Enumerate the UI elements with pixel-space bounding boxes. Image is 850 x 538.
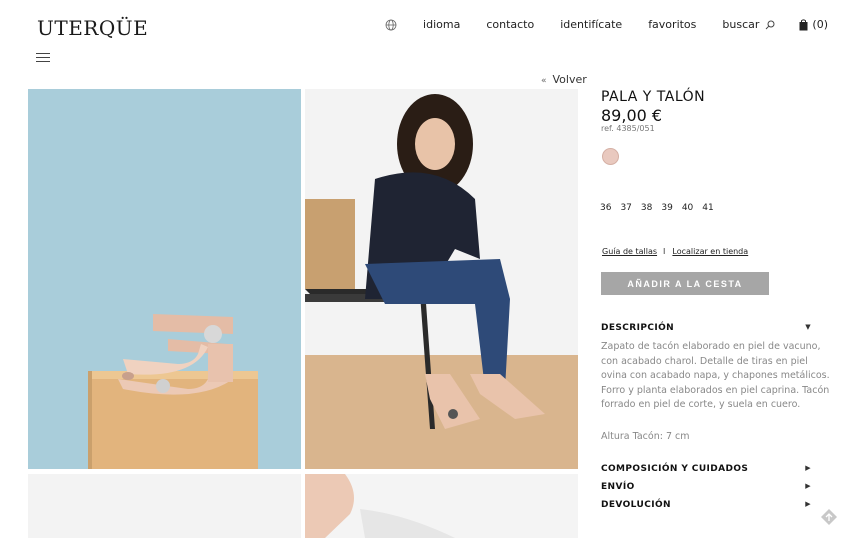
shopping-bag-icon — [799, 18, 808, 30]
size-option[interactable]: 36 — [600, 203, 611, 213]
size-option[interactable]: 37 — [620, 203, 631, 213]
nav-identificate[interactable]: identifícate — [560, 18, 622, 31]
caret-right-icon: ▶ — [805, 464, 811, 472]
product-photo-2[interactable] — [305, 89, 578, 469]
description-title: DESCRIPCIÓN — [601, 323, 675, 333]
size-selector: 36 37 38 39 40 41 — [600, 203, 723, 213]
brand-logo[interactable]: UTERQÜE — [37, 16, 148, 40]
cart-button[interactable]: (0) — [799, 18, 828, 31]
product-title: PALA Y TALÓN — [601, 89, 706, 105]
back-link[interactable]: « Volver — [541, 73, 587, 86]
product-reference: ref. 4385/051 — [601, 124, 655, 133]
product-photo-4[interactable] — [305, 474, 578, 538]
product-photo-1[interactable] — [28, 89, 301, 469]
product-photo-3[interactable] — [28, 474, 301, 538]
size-option[interactable]: 41 — [702, 203, 713, 213]
caret-down-icon: ▼ — [805, 323, 811, 331]
caret-right-icon: ▶ — [805, 482, 811, 490]
size-option[interactable]: 38 — [641, 203, 652, 213]
composition-title: COMPOSICIÓN Y CUIDADOS — [601, 464, 749, 474]
shipping-section-header[interactable]: ENVÍO ▶ — [601, 482, 811, 492]
nav-idioma[interactable]: idioma — [423, 18, 460, 31]
description-text: Zapato de tacón elaborado en piel de vac… — [601, 341, 830, 411]
caret-right-icon: ▶ — [805, 500, 811, 508]
composition-section-header[interactable]: COMPOSICIÓN Y CUIDADOS ▶ — [601, 464, 811, 474]
model-seated-image — [305, 94, 545, 429]
shoe-detail-image — [305, 474, 455, 538]
cart-count: (0) — [812, 18, 828, 31]
search-button[interactable]: buscar — [722, 18, 775, 31]
product-links: Guía de tallas I Localizar en tienda — [602, 247, 748, 256]
product-price: 89,00 € — [601, 106, 663, 125]
scroll-to-top-icon[interactable] — [820, 508, 838, 526]
size-option[interactable]: 40 — [682, 203, 693, 213]
description-section-header[interactable]: DESCRIPCIÓN ▼ — [601, 323, 811, 333]
nav-favoritos[interactable]: favoritos — [648, 18, 696, 31]
size-option[interactable]: 39 — [661, 203, 672, 213]
nav-contacto[interactable]: contacto — [486, 18, 534, 31]
menu-icon[interactable] — [36, 53, 50, 63]
size-guide-link[interactable]: Guía de tallas — [602, 247, 657, 256]
link-separator: I — [663, 247, 666, 256]
chevron-left-icon: « — [541, 76, 547, 86]
back-label: Volver — [552, 73, 587, 86]
returns-section-header[interactable]: DEVOLUCIÓN ▶ — [601, 500, 811, 510]
heel-height: Altura Tacón: 7 cm — [601, 431, 690, 442]
search-label: buscar — [722, 18, 760, 31]
search-icon — [766, 20, 775, 29]
store-locator-link[interactable]: Localizar en tienda — [672, 247, 748, 256]
add-to-cart-button[interactable]: AÑADIR A LA CESTA — [601, 272, 769, 295]
shipping-title: ENVÍO — [601, 482, 635, 492]
color-swatch[interactable] — [602, 148, 619, 165]
returns-title: DEVOLUCIÓN — [601, 500, 671, 510]
globe-icon[interactable] — [385, 19, 397, 31]
top-navigation: idioma contacto identifícate favoritos b… — [385, 18, 828, 31]
shoe-on-block-image — [88, 314, 258, 469]
